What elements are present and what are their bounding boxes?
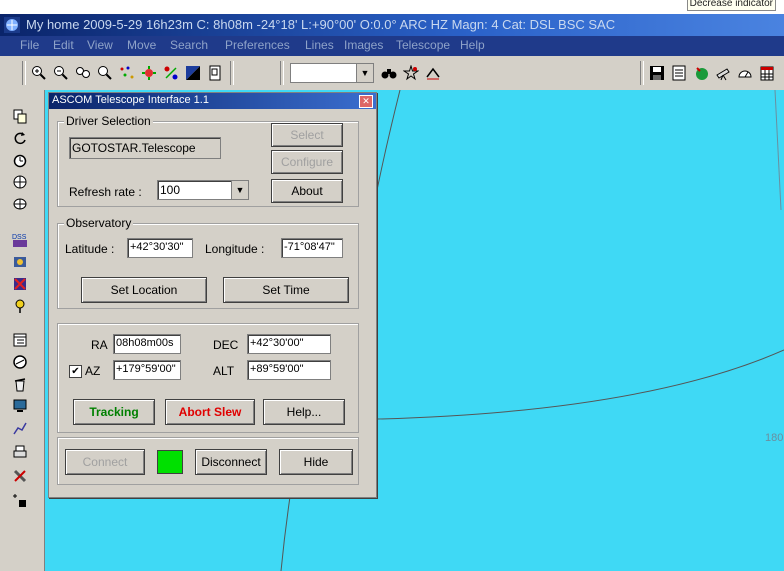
- tracking-button[interactable]: Tracking: [73, 399, 155, 425]
- menu-search[interactable]: Search: [170, 38, 208, 52]
- refresh-rate-select[interactable]: 100 ▼: [157, 180, 249, 200]
- help-button[interactable]: Help...: [263, 399, 345, 425]
- ra-field[interactable]: 08h08m00s: [113, 334, 181, 354]
- app-icon: [4, 17, 20, 33]
- toolbar-separator: [22, 61, 26, 85]
- configure-button[interactable]: Configure: [271, 150, 343, 174]
- stars-icon[interactable]: [118, 64, 136, 82]
- menu-move[interactable]: Move: [127, 38, 156, 52]
- menu-preferences[interactable]: Preferences: [225, 38, 290, 52]
- tools-icon[interactable]: [10, 466, 30, 486]
- connect-button[interactable]: Connect: [65, 449, 145, 475]
- galaxy-icon[interactable]: [10, 274, 30, 294]
- monitor-icon[interactable]: [10, 396, 30, 416]
- toolbar-separator: [640, 61, 644, 85]
- hide-button[interactable]: Hide: [279, 449, 353, 475]
- globe-icon[interactable]: [692, 64, 710, 82]
- left-toolbar: DSS: [0, 90, 45, 571]
- measure-icon[interactable]: [424, 64, 442, 82]
- dialog-titlebar: ASCOM Telescope Interface 1.1 ✕: [49, 93, 376, 109]
- menu-lines[interactable]: Lines: [305, 38, 334, 52]
- document-icon[interactable]: [206, 64, 224, 82]
- window-title: My home 2009-5-29 16h23m C: 8h08m -24°18…: [26, 17, 616, 32]
- menu-edit[interactable]: Edit: [53, 38, 74, 52]
- chevron-down-icon[interactable]: ▼: [356, 64, 373, 82]
- title-bar: My home 2009-5-29 16h23m C: 8h08m -24°18…: [0, 14, 784, 36]
- percent-icon[interactable]: [162, 64, 180, 82]
- latitude-label: Latitude :: [65, 242, 115, 256]
- az-label: AZ: [85, 364, 101, 378]
- alt-label: ALT: [213, 364, 235, 378]
- dial-icon[interactable]: [736, 64, 754, 82]
- calendar-list-icon[interactable]: [10, 330, 30, 350]
- search-combo[interactable]: ▼: [290, 63, 374, 83]
- close-icon[interactable]: ✕: [359, 95, 373, 108]
- ra-label: RA: [91, 338, 108, 352]
- location-pin-icon[interactable]: [10, 296, 30, 316]
- svg-text:DSS: DSS: [12, 234, 27, 241]
- main-toolbar: ▼: [0, 56, 784, 91]
- calendar-grid-icon[interactable]: [758, 64, 776, 82]
- driver-name-field: GOTOSTAR.Telescope: [69, 137, 221, 159]
- alt-field[interactable]: +89°59'00": [247, 360, 331, 380]
- menu-help[interactable]: Help: [460, 38, 485, 52]
- dss-icon[interactable]: DSS: [10, 230, 30, 250]
- coordinate-label: 180: [765, 432, 784, 444]
- az-checkbox[interactable]: ✔: [69, 365, 82, 378]
- planet-icon[interactable]: [140, 64, 158, 82]
- clock-icon[interactable]: [10, 150, 30, 170]
- contrast-icon[interactable]: [184, 64, 202, 82]
- chevron-down-icon[interactable]: ▼: [231, 181, 248, 199]
- select-button[interactable]: Select: [271, 123, 343, 147]
- set-location-button[interactable]: Set Location: [81, 277, 207, 303]
- az-field[interactable]: +179°59'00": [113, 360, 181, 380]
- dec-field[interactable]: +42°30'00": [247, 334, 331, 354]
- connection-status-indicator: [157, 450, 183, 474]
- latitude-field[interactable]: +42°30'30": [127, 238, 193, 258]
- image-icon[interactable]: [10, 252, 30, 272]
- magnifier-icon[interactable]: [96, 64, 114, 82]
- horizon-icon[interactable]: [10, 172, 30, 192]
- menu-telescope[interactable]: Telescope: [396, 38, 450, 52]
- binoculars-icon[interactable]: [380, 64, 398, 82]
- menu-view[interactable]: View: [87, 38, 113, 52]
- driver-selection-legend: Driver Selection: [64, 114, 153, 128]
- observatory-legend: Observatory: [64, 216, 134, 230]
- toolbar-separator: [230, 61, 234, 85]
- refresh-rate-label: Refresh rate :: [69, 185, 142, 199]
- top-strip: Decrease indicator: [0, 0, 784, 14]
- compass-icon[interactable]: [10, 352, 30, 372]
- add-object-icon[interactable]: [10, 490, 30, 510]
- ascom-dialog: ASCOM Telescope Interface 1.1 ✕ Driver S…: [48, 92, 377, 498]
- grid-icon[interactable]: [10, 194, 30, 214]
- save-icon[interactable]: [648, 64, 666, 82]
- graph-icon[interactable]: [10, 418, 30, 438]
- refresh-icon[interactable]: [10, 128, 30, 148]
- calendar-icon[interactable]: [670, 64, 688, 82]
- trash-icon[interactable]: [10, 374, 30, 394]
- longitude-label: Longitude :: [205, 242, 265, 256]
- refresh-rate-value: 100: [160, 183, 181, 197]
- abort-slew-button[interactable]: Abort Slew: [165, 399, 255, 425]
- dialog-title: ASCOM Telescope Interface 1.1: [52, 94, 209, 106]
- tooltip: Decrease indicator: [686, 0, 776, 11]
- print-icon[interactable]: [10, 442, 30, 462]
- zoom-out-icon[interactable]: [52, 64, 70, 82]
- find-star-icon[interactable]: [402, 64, 420, 82]
- set-time-button[interactable]: Set Time: [223, 277, 349, 303]
- toolbar-separator: [280, 61, 284, 85]
- dec-label: DEC: [213, 338, 239, 352]
- menu-images[interactable]: Images: [344, 38, 383, 52]
- copy-icon[interactable]: [10, 106, 30, 126]
- zoom-fit-icon[interactable]: [74, 64, 92, 82]
- telescope-icon[interactable]: [714, 64, 732, 82]
- menu-bar: File Edit View Move Search Preferences L…: [0, 36, 784, 56]
- zoom-in-icon[interactable]: [30, 64, 48, 82]
- longitude-field[interactable]: -71°08'47": [281, 238, 343, 258]
- menu-file[interactable]: File: [20, 38, 39, 52]
- disconnect-button[interactable]: Disconnect: [195, 449, 267, 475]
- about-button[interactable]: About: [271, 179, 343, 203]
